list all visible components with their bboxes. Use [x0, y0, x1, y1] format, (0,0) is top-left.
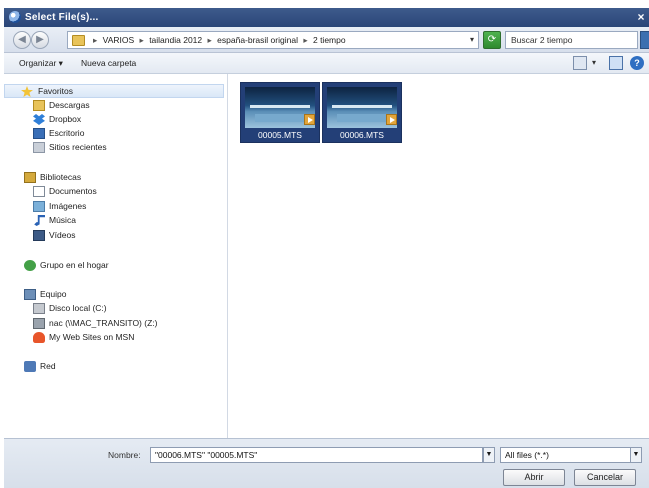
- organize-button[interactable]: Organizar ▾: [19, 58, 63, 69]
- breadcrumb-item[interactable]: VARIOS: [103, 35, 135, 45]
- breadcrumb-separator: ▸: [207, 35, 212, 45]
- file-list: 00005.MTS 00006.MTS: [229, 74, 649, 438]
- sidebar-item-label: nac (\\MAC_TRANSITO) (Z:): [49, 318, 158, 328]
- file-name: 00006.MTS: [340, 130, 384, 140]
- sidebar-item-downloads[interactable]: Descargas: [4, 99, 224, 113]
- sidebar-item-label: My Web Sites on MSN: [49, 332, 135, 342]
- toolbar: Organizar ▾ Nueva carpeta ▾ ?: [4, 53, 649, 74]
- sidebar-item-pictures[interactable]: Imágenes: [4, 200, 224, 214]
- sidebar-item-videos[interactable]: Vídeos: [4, 229, 224, 243]
- sidebar-item-label: Vídeos: [49, 230, 76, 240]
- preview-pane-icon[interactable]: [609, 56, 623, 70]
- new-folder-button[interactable]: Nueva carpeta: [81, 58, 136, 68]
- file-type-select[interactable]: All files (*.*): [500, 447, 640, 463]
- search-input[interactable]: Buscar 2 tiempo: [505, 31, 638, 49]
- chevron-down-icon[interactable]: ▼: [630, 447, 642, 463]
- back-button[interactable]: ◀: [13, 31, 31, 49]
- file-name: 00005.MTS: [258, 130, 302, 140]
- breadcrumb-separator: ▸: [139, 35, 144, 45]
- chevron-down-icon[interactable]: ▾: [592, 56, 606, 70]
- sidebar-item-dropbox[interactable]: Dropbox: [4, 113, 224, 127]
- sidebar-item-computer[interactable]: Equipo: [4, 288, 224, 302]
- refresh-button[interactable]: ⟳: [483, 31, 501, 49]
- sidebar-item-recent[interactable]: Sitios recientes: [4, 141, 224, 155]
- navigation-pane: Favoritos Descargas Dropbox Escritorio S…: [4, 74, 228, 438]
- sidebar-item-label: Descargas: [49, 100, 90, 110]
- sidebar-item-label: Documentos: [49, 186, 97, 196]
- folder-icon: [72, 35, 85, 46]
- star-icon: [21, 86, 33, 97]
- folder-icon: [33, 100, 45, 111]
- sidebar-item-label: Red: [40, 361, 56, 371]
- libraries-icon: [24, 172, 36, 183]
- sidebar-item-network[interactable]: Red: [4, 360, 224, 374]
- address-bar[interactable]: ▸ VARIOS ▸ tailandia 2012 ▸ españa-brasi…: [67, 31, 479, 49]
- msn-icon: [33, 332, 45, 343]
- file-dialog-window: Select File(s)... × ◀ ▶ ▸ VARIOS ▸ taila…: [0, 0, 649, 488]
- dropbox-icon: [33, 114, 45, 125]
- breadcrumb-separator: ▸: [303, 35, 308, 45]
- breadcrumb: ▸ VARIOS ▸ tailandia 2012 ▸ españa-brasi…: [90, 35, 346, 46]
- pictures-icon: [33, 201, 45, 212]
- breadcrumb-separator: ▸: [93, 35, 98, 45]
- recent-places-icon: [33, 142, 45, 153]
- breadcrumb-item[interactable]: españa-brasil original: [217, 35, 298, 45]
- desktop-icon: [33, 128, 45, 139]
- videos-icon: [33, 230, 45, 241]
- view-icon[interactable]: [573, 56, 587, 70]
- video-file-icon: [304, 114, 315, 125]
- sidebar-item-libraries[interactable]: Bibliotecas: [4, 171, 224, 185]
- sidebar-item-homegroup[interactable]: Grupo en el hogar: [4, 259, 224, 273]
- help-icon[interactable]: ?: [630, 56, 644, 70]
- computer-icon: [24, 289, 36, 300]
- filename-input[interactable]: "00006.MTS" "00005.MTS": [150, 447, 483, 463]
- sidebar-item-label: Grupo en el hogar: [40, 260, 109, 270]
- file-item[interactable]: 00005.MTS: [240, 82, 320, 143]
- chevron-down-icon[interactable]: ▾: [470, 35, 474, 44]
- breadcrumb-item[interactable]: 2 tiempo: [313, 35, 346, 45]
- sidebar-item-label: Bibliotecas: [40, 172, 82, 182]
- sidebar-item-documents[interactable]: Documentos: [4, 185, 224, 199]
- window-title: Select File(s)...: [25, 12, 99, 23]
- close-icon[interactable]: ×: [635, 10, 647, 24]
- search-icon[interactable]: [640, 31, 649, 49]
- sidebar-item-music[interactable]: Música: [4, 214, 224, 228]
- cancel-button[interactable]: Cancelar: [574, 469, 636, 486]
- search-placeholder: Buscar 2 tiempo: [511, 35, 573, 45]
- file-item[interactable]: 00006.MTS: [322, 82, 402, 143]
- sidebar-item-label: Equipo: [40, 289, 67, 299]
- homegroup-icon: [24, 260, 36, 271]
- forward-button[interactable]: ▶: [31, 31, 49, 49]
- address-row: ◀ ▶ ▸ VARIOS ▸ tailandia 2012 ▸ españa-b…: [4, 27, 649, 53]
- network-icon: [24, 361, 36, 372]
- sidebar-item-local-disk[interactable]: Disco local (C:): [4, 302, 224, 316]
- sidebar-item-label: Música: [49, 215, 76, 225]
- sidebar-item-label: Sitios recientes: [49, 142, 107, 152]
- documents-icon: [33, 186, 45, 197]
- breadcrumb-item[interactable]: tailandia 2012: [149, 35, 202, 45]
- open-button[interactable]: Abrir: [503, 469, 565, 486]
- video-file-icon: [386, 114, 397, 125]
- sidebar-item-desktop[interactable]: Escritorio: [4, 127, 224, 141]
- filename-label: Nombre:: [108, 450, 141, 460]
- disk-icon: [33, 303, 45, 314]
- title-bar: Select File(s)... ×: [4, 8, 649, 27]
- network-drive-icon: [33, 318, 45, 329]
- sidebar-item-label: Imágenes: [49, 201, 87, 211]
- sidebar-item-label: Favoritos: [38, 86, 73, 96]
- sidebar-item-network-drive[interactable]: nac (\\MAC_TRANSITO) (Z:): [4, 317, 224, 331]
- dialog-footer: Nombre: "00006.MTS" "00005.MTS" ▼ All fi…: [4, 438, 649, 488]
- sidebar-item-label: Dropbox: [49, 114, 82, 124]
- sidebar-item-label: Disco local (C:): [49, 303, 107, 313]
- app-icon: [9, 11, 21, 23]
- sidebar-item-label: Escritorio: [49, 128, 85, 138]
- chevron-down-icon[interactable]: ▼: [483, 447, 495, 463]
- music-icon: [34, 215, 45, 226]
- sidebar-item-msn[interactable]: My Web Sites on MSN: [4, 331, 224, 345]
- sidebar-item-favorites[interactable]: Favoritos: [4, 84, 224, 98]
